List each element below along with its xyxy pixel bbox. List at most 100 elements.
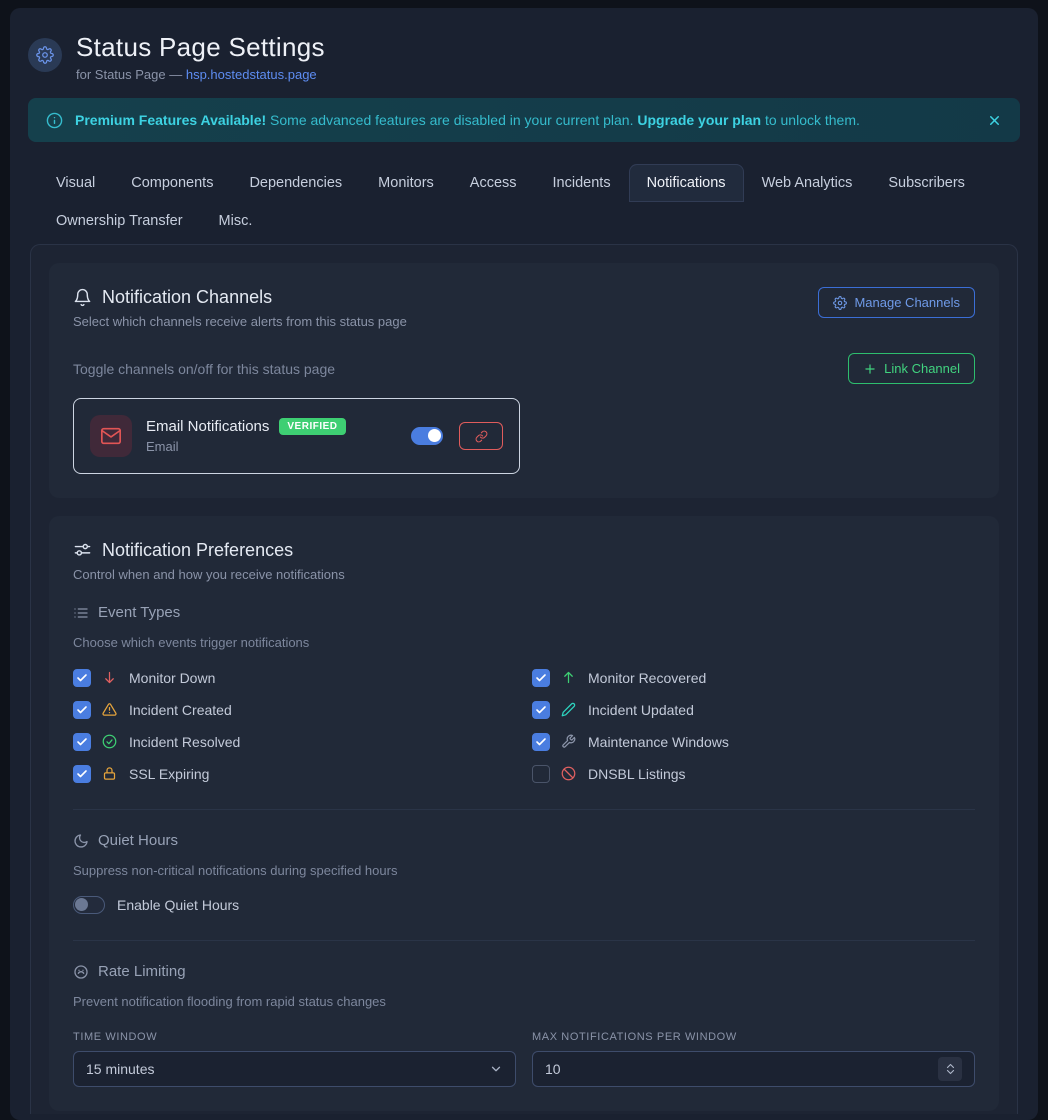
- channels-section-subtitle: Select which channels receive alerts fro…: [73, 314, 407, 329]
- checkbox[interactable]: [532, 765, 550, 783]
- event-maintenance-windows[interactable]: Maintenance Windows: [532, 732, 975, 751]
- rate-limiting-subtitle: Prevent notification flooding from rapid…: [73, 994, 975, 1009]
- rate-limiting-title: Rate Limiting: [98, 963, 186, 980]
- preferences-title-row: Notification Preferences: [73, 540, 975, 561]
- checkbox[interactable]: [532, 669, 550, 687]
- tab-monitors[interactable]: Monitors: [360, 164, 452, 202]
- page-subtitle: for Status Page — hsp.hostedstatus.page: [76, 67, 325, 82]
- event-label: Incident Created: [129, 702, 232, 718]
- notification-preferences-section: Notification Preferences Control when an…: [49, 516, 999, 1111]
- email-channel-card: Email Notifications VERIFIED Email: [73, 398, 520, 474]
- manage-channels-button[interactable]: Manage Channels: [818, 287, 975, 318]
- checkbox[interactable]: [73, 669, 91, 687]
- email-icon: [90, 415, 132, 457]
- event-dnsbl-listings[interactable]: DNSBL Listings: [532, 764, 975, 783]
- toggle-knob: [428, 429, 441, 442]
- event-label: DNSBL Listings: [588, 766, 686, 782]
- event-label: Maintenance Windows: [588, 734, 729, 750]
- tab-misc[interactable]: Misc.: [201, 202, 271, 240]
- divider: [73, 940, 975, 941]
- event-ssl-expiring[interactable]: SSL Expiring: [73, 764, 516, 783]
- tab-dependencies[interactable]: Dependencies: [231, 164, 360, 202]
- quiet-hours-subtitle: Suppress non-critical notifications duri…: [73, 863, 975, 878]
- toggle-knob: [75, 898, 88, 911]
- tab-incidents[interactable]: Incidents: [535, 164, 629, 202]
- tab-ownership-transfer[interactable]: Ownership Transfer: [38, 202, 201, 240]
- premium-banner: Premium Features Available! Some advance…: [28, 98, 1020, 142]
- channel-type: Email: [146, 439, 346, 454]
- notification-channels-section: Notification Channels Select which chann…: [49, 263, 999, 498]
- close-icon[interactable]: [987, 113, 1002, 128]
- checkbox[interactable]: [73, 733, 91, 751]
- event-incident-updated[interactable]: Incident Updated: [532, 700, 975, 719]
- event-label: Incident Resolved: [129, 734, 240, 750]
- subtitle-text: for Status Page —: [76, 67, 186, 82]
- preferences-subtitle: Control when and how you receive notific…: [73, 567, 975, 582]
- ban-icon: [561, 766, 577, 781]
- event-incident-created[interactable]: Incident Created: [73, 700, 516, 719]
- time-window-select[interactable]: 15 minutes: [73, 1051, 516, 1087]
- tab-access[interactable]: Access: [452, 164, 535, 202]
- quiet-hours-heading: Quiet Hours: [73, 832, 975, 849]
- preferences-title: Notification Preferences: [102, 540, 293, 561]
- event-label: Incident Updated: [588, 702, 694, 718]
- event-label: Monitor Down: [129, 670, 215, 686]
- checkbox[interactable]: [532, 701, 550, 719]
- banner-suffix: to unlock them.: [761, 112, 860, 128]
- event-label: Monitor Recovered: [588, 670, 706, 686]
- sliders-icon: [73, 541, 92, 560]
- banner-text: Premium Features Available! Some advance…: [75, 112, 860, 128]
- check-circle-icon: [102, 734, 118, 749]
- gauge-icon: [73, 964, 89, 980]
- max-notifications-input[interactable]: 10: [532, 1051, 975, 1087]
- channels-section-title: Notification Channels: [102, 287, 272, 308]
- settings-tabs: Visual Components Dependencies Monitors …: [28, 164, 1020, 240]
- checkbox[interactable]: [532, 733, 550, 751]
- number-stepper[interactable]: [938, 1057, 962, 1081]
- lock-icon: [102, 766, 118, 781]
- tools-icon: [561, 734, 577, 749]
- checkbox[interactable]: [73, 765, 91, 783]
- gear-icon: [28, 38, 62, 72]
- verified-badge: VERIFIED: [279, 418, 345, 435]
- max-notifications-label: MAX NOTIFICATIONS PER WINDOW: [532, 1031, 975, 1043]
- list-icon: [73, 605, 89, 621]
- plus-icon: [863, 362, 877, 376]
- gear-icon: [833, 296, 847, 310]
- channel-name: Email Notifications: [146, 418, 269, 435]
- banner-bold: Premium Features Available!: [75, 112, 266, 128]
- event-types-grid: Monitor Down Incident Created Incident R…: [73, 668, 975, 783]
- arrow-up-icon: [561, 670, 577, 685]
- tab-components[interactable]: Components: [113, 164, 231, 202]
- event-types-subtitle: Choose which events trigger notification…: [73, 635, 975, 650]
- email-channel-toggle[interactable]: [411, 427, 443, 445]
- unlink-channel-button[interactable]: [459, 422, 503, 450]
- event-incident-resolved[interactable]: Incident Resolved: [73, 732, 516, 751]
- toggle-channels-hint: Toggle channels on/off for this status p…: [73, 361, 335, 377]
- quiet-hours-toggle[interactable]: [73, 896, 105, 914]
- rate-limiting-heading: Rate Limiting: [73, 963, 975, 980]
- event-label: SSL Expiring: [129, 766, 209, 782]
- tab-subscribers[interactable]: Subscribers: [870, 164, 983, 202]
- quiet-hours-title: Quiet Hours: [98, 832, 178, 849]
- link-channel-label: Link Channel: [884, 361, 960, 376]
- pencil-icon: [561, 702, 577, 717]
- page-title: Status Page Settings: [76, 32, 325, 63]
- moon-icon: [73, 833, 89, 849]
- event-types-heading: Event Types: [73, 604, 975, 621]
- chevron-down-icon: [489, 1062, 503, 1076]
- tab-notifications[interactable]: Notifications: [629, 164, 744, 202]
- time-window-value: 15 minutes: [86, 1061, 154, 1077]
- status-page-link[interactable]: hsp.hostedstatus.page: [186, 67, 317, 82]
- notifications-panel: Notification Channels Select which chann…: [30, 244, 1018, 1114]
- link-channel-button[interactable]: Link Channel: [848, 353, 975, 384]
- time-window-label: TIME WINDOW: [73, 1031, 516, 1043]
- tab-visual[interactable]: Visual: [38, 164, 113, 202]
- event-monitor-recovered[interactable]: Monitor Recovered: [532, 668, 975, 687]
- tab-web-analytics[interactable]: Web Analytics: [744, 164, 871, 202]
- upgrade-plan-link[interactable]: Upgrade your plan: [637, 112, 761, 128]
- checkbox[interactable]: [73, 701, 91, 719]
- event-monitor-down[interactable]: Monitor Down: [73, 668, 516, 687]
- info-icon: [46, 112, 63, 129]
- arrow-down-icon: [102, 670, 118, 685]
